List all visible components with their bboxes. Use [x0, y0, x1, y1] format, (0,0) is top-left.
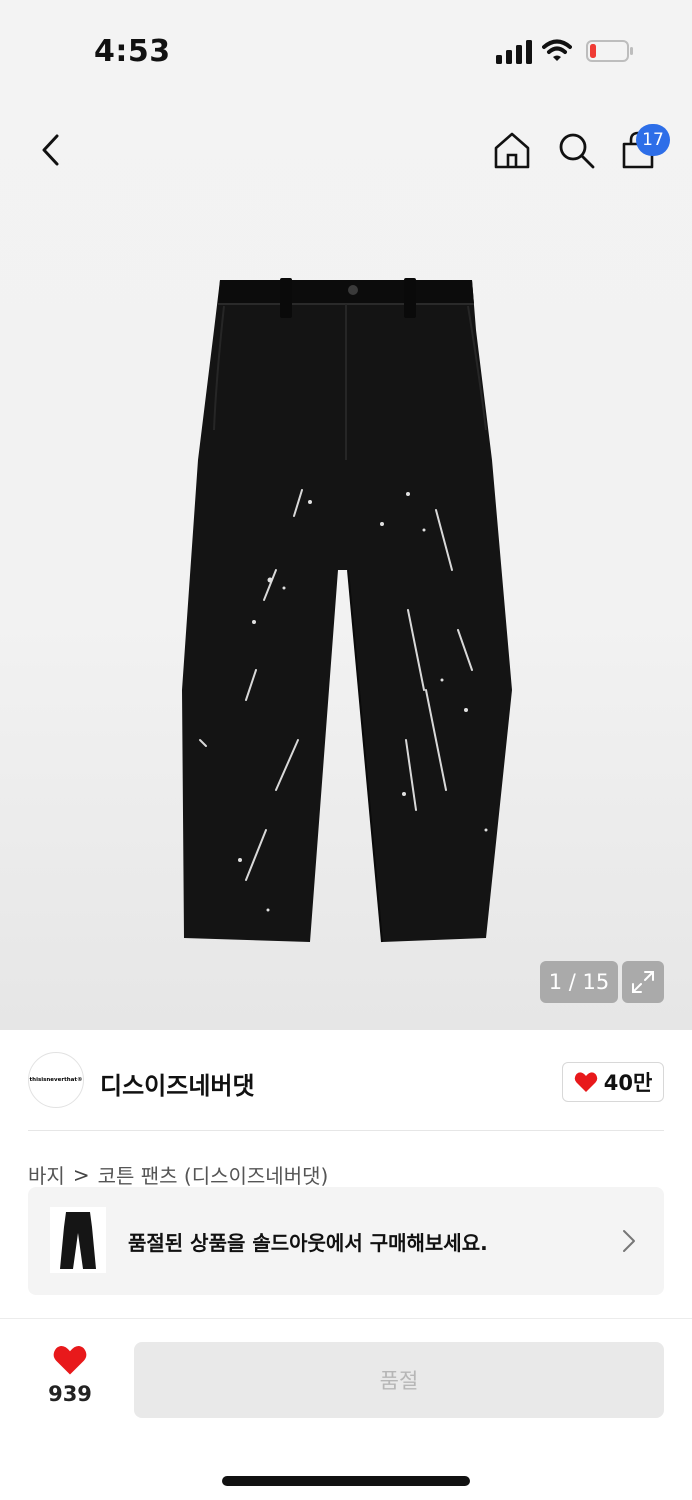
divider [28, 1130, 664, 1131]
home-icon [494, 132, 530, 169]
product-gallery[interactable]: 4:53 17 1 / 15 [0, 0, 692, 1030]
search-button[interactable] [554, 128, 598, 172]
wishlist-count: 939 [48, 1382, 92, 1406]
expand-image-button[interactable] [622, 961, 664, 1003]
expand-icon [632, 971, 654, 993]
breadcrumb: 바지 > 코튼 팬츠 (디스이즈네버댓) [28, 1160, 328, 1189]
soldout-button[interactable]: 품절 [134, 1342, 664, 1418]
home-button[interactable] [490, 128, 534, 172]
brand-row: thisisneverthat® 디스이즈네버댓 40만 [0, 1030, 692, 1132]
divider [0, 1318, 692, 1319]
brand-logo-text: thisisneverthat® [29, 1077, 83, 1083]
status-bar: 4:53 [0, 0, 692, 100]
back-icon [42, 134, 59, 166]
brand-like-count: 40만 [603, 1071, 653, 1095]
cellular-signal-icon [496, 40, 532, 64]
promo-thumbnail [50, 1207, 106, 1273]
breadcrumb-product: 코튼 팬츠 (디스이즈네버댓) [97, 1164, 329, 1188]
home-indicator [222, 1476, 470, 1486]
bottom-action-bar: 939 품절 [0, 1320, 692, 1440]
wishlist-button[interactable]: 939 [30, 1344, 110, 1424]
chevron-right-icon [623, 1230, 635, 1252]
heart-icon [53, 1346, 87, 1375]
wifi-icon [542, 39, 572, 61]
breadcrumb-separator: > [72, 1162, 90, 1187]
promo-text: 품절된 상품을 솔드아웃에서 구매해보세요. [128, 1231, 488, 1255]
brand-like-button[interactable]: 40만 [562, 1062, 664, 1102]
top-navigation [0, 110, 692, 190]
battery-low-icon [586, 40, 633, 62]
brand-logo[interactable]: thisisneverthat® [28, 1052, 84, 1108]
search-icon [559, 133, 595, 169]
breadcrumb-category[interactable]: 바지 [28, 1160, 65, 1189]
heart-icon [574, 1072, 597, 1092]
status-time: 4:53 [94, 34, 171, 69]
soldout-promo-banner[interactable]: 품절된 상품을 솔드아웃에서 구매해보세요. [28, 1187, 664, 1295]
image-counter: 1 / 15 [540, 961, 618, 1003]
cart-count-badge: 17 [636, 124, 670, 156]
back-button[interactable] [30, 130, 70, 170]
brand-name[interactable]: 디스이즈네버댓 [100, 1066, 255, 1101]
product-image[interactable] [176, 270, 516, 950]
